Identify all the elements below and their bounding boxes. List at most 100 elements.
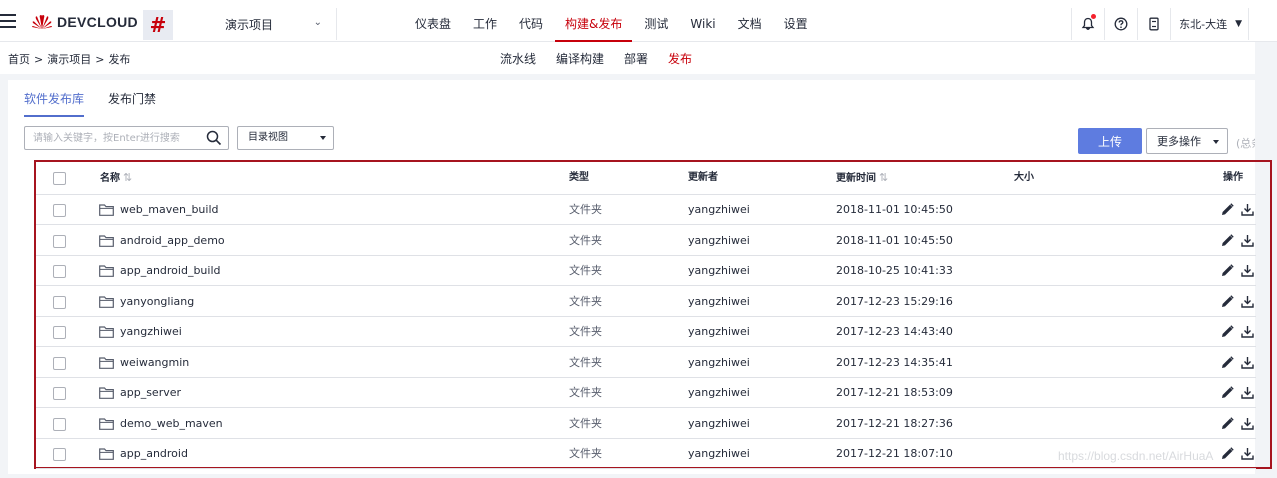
column-name-header[interactable]: 名称 ⇅: [100, 162, 132, 192]
tab-release-repo[interactable]: 软件发布库: [24, 90, 85, 117]
more-actions-button[interactable]: 更多操作: [1146, 128, 1228, 154]
project-selector[interactable]: 演示项目 ⌄: [173, 8, 337, 40]
top-header: DEVCLOUD # 演示项目 ⌄ 仪表盘 工作 代码 构建&发布 测试 Wik…: [0, 0, 1277, 42]
device-button[interactable]: [1137, 8, 1170, 40]
subnav-build[interactable]: 编译构建: [556, 50, 604, 67]
region-label: 东北-大连: [1179, 18, 1228, 31]
file-name[interactable]: demo_web_maven: [120, 409, 223, 439]
download-icon[interactable]: [1241, 264, 1254, 277]
folder-icon: [99, 417, 114, 430]
row-checkbox[interactable]: [53, 204, 66, 217]
sort-icon[interactable]: ⇅: [123, 162, 132, 194]
table-row[interactable]: app_android_build 文件夹 yangzhiwei 2018-10-25…: [36, 256, 1256, 286]
file-name[interactable]: app_android: [120, 439, 188, 469]
huawei-logo-icon: [32, 15, 52, 29]
row-checkbox[interactable]: [53, 295, 66, 309]
download-icon[interactable]: [1241, 386, 1254, 399]
row-checkbox[interactable]: [53, 417, 66, 431]
header-tools: 东北-大连 ▼: [1071, 8, 1249, 40]
total-count: (总条: [1236, 137, 1255, 150]
download-icon[interactable]: [1241, 203, 1254, 216]
nav-test[interactable]: 测试: [633, 0, 679, 42]
table-row[interactable]: yanyongliang 文件夹 yangzhiwei 2017-12-23 15:2…: [36, 287, 1256, 317]
help-button[interactable]: [1104, 8, 1137, 40]
pencil-icon[interactable]: [1221, 416, 1234, 430]
file-updated-at: 2017-12-23 14:35:41: [836, 355, 953, 369]
file-updated-at: 2017-12-21 18:53:09: [836, 386, 953, 399]
table-row[interactable]: weiwangmin 文件夹 yangzhiwei 2017-12-23 14:35:…: [36, 348, 1256, 378]
nav-dashboard[interactable]: 仪表盘: [404, 0, 462, 42]
file-name[interactable]: yanyongliang: [120, 287, 194, 317]
breadcrumb-home[interactable]: 首页: [8, 53, 30, 66]
download-icon[interactable]: [1241, 447, 1254, 460]
download-icon[interactable]: [1241, 325, 1254, 338]
file-name[interactable]: app_server: [120, 378, 181, 408]
download-icon[interactable]: [1241, 356, 1254, 369]
download-icon[interactable]: [1241, 295, 1254, 308]
view-mode-select[interactable]: 目录视图: [237, 126, 334, 150]
download-icon[interactable]: [1241, 417, 1254, 430]
file-name[interactable]: weiwangmin: [120, 348, 189, 378]
select-all-checkbox[interactable]: [53, 172, 66, 185]
folder-icon: [99, 326, 114, 338]
nav-work[interactable]: 工作: [462, 0, 508, 42]
pencil-icon[interactable]: [1221, 447, 1234, 460]
search-input[interactable]: [25, 127, 195, 149]
pencil-icon[interactable]: [1221, 355, 1234, 369]
column-updated-at-header[interactable]: 更新时间 ⇅: [836, 162, 888, 192]
breadcrumb-separator: >: [95, 53, 105, 66]
file-updater: yangzhiwei: [688, 355, 750, 369]
hamburger-icon[interactable]: [0, 14, 16, 28]
file-updater: yangzhiwei: [688, 386, 750, 399]
file-name[interactable]: app_android_build: [120, 256, 221, 286]
nav-settings[interactable]: 设置: [773, 0, 819, 42]
row-checkbox[interactable]: [53, 265, 66, 278]
file-type: 文件夹: [569, 203, 602, 216]
file-updated-at: 2018-11-01 10:45:50: [836, 203, 953, 216]
table-row[interactable]: yangzhiwei 文件夹 yangzhiwei 2017-12-23 14:43:…: [36, 317, 1256, 347]
file-name[interactable]: android_app_demo: [120, 226, 225, 256]
search-box: [24, 126, 229, 150]
pencil-icon[interactable]: [1221, 203, 1234, 216]
region-selector[interactable]: 东北-大连 ▼: [1170, 8, 1249, 40]
nav-code[interactable]: 代码: [508, 0, 554, 42]
notification-button[interactable]: [1071, 8, 1104, 40]
nav-build-release[interactable]: 构建&发布: [554, 0, 633, 42]
breadcrumb-project[interactable]: 演示项目: [47, 53, 91, 66]
file-type: 文件夹: [569, 233, 602, 247]
breadcrumb: 首页 > 演示项目 > 发布: [8, 51, 130, 67]
row-checkbox[interactable]: [53, 448, 66, 461]
nav-wiki[interactable]: Wiki: [679, 0, 726, 42]
table-row[interactable]: web_maven_build 文件夹 yangzhiwei 2018-11-01 1…: [36, 195, 1256, 225]
nav-docs[interactable]: 文档: [727, 0, 773, 42]
row-checkbox[interactable]: [53, 234, 66, 248]
tab-release-gate[interactable]: 发布门禁: [108, 90, 156, 117]
view-mode-label: 目录视图: [248, 132, 288, 143]
subnav-deploy[interactable]: 部署: [624, 50, 648, 67]
pencil-icon[interactable]: [1221, 325, 1234, 338]
folder-icon: [99, 356, 114, 369]
pencil-icon[interactable]: [1221, 386, 1234, 399]
table-row[interactable]: app_server 文件夹 yangzhiwei 2017-12-21 18:53:…: [36, 378, 1256, 408]
file-type: 文件夹: [569, 355, 602, 369]
file-name[interactable]: web_maven_build: [120, 195, 219, 225]
row-checkbox[interactable]: [53, 326, 66, 339]
more-actions-label: 更多操作: [1157, 135, 1201, 148]
row-checkbox[interactable]: [53, 387, 66, 400]
download-icon[interactable]: [1241, 234, 1254, 247]
upload-button[interactable]: 上传: [1078, 128, 1142, 154]
subnav-release[interactable]: 发布: [668, 50, 692, 67]
search-icon[interactable]: [206, 130, 222, 146]
table-row[interactable]: android_app_demo 文件夹 yangzhiwei 2018-11-01 …: [36, 226, 1256, 256]
chevron-down-icon: ▼: [1235, 19, 1242, 29]
sort-icon[interactable]: ⇅: [879, 162, 888, 194]
pencil-icon[interactable]: [1221, 264, 1234, 277]
notification-dot: [1091, 14, 1097, 19]
pencil-icon[interactable]: [1221, 233, 1234, 247]
row-checkbox[interactable]: [53, 356, 66, 370]
pencil-icon[interactable]: [1221, 294, 1234, 308]
file-name[interactable]: yangzhiwei: [120, 317, 182, 347]
brand-logo[interactable]: DEVCLOUD: [31, 14, 138, 30]
table-row[interactable]: demo_web_maven 文件夹 yangzhiwei 2017-12-21 18…: [36, 409, 1256, 439]
subnav-pipeline[interactable]: 流水线: [500, 50, 536, 67]
